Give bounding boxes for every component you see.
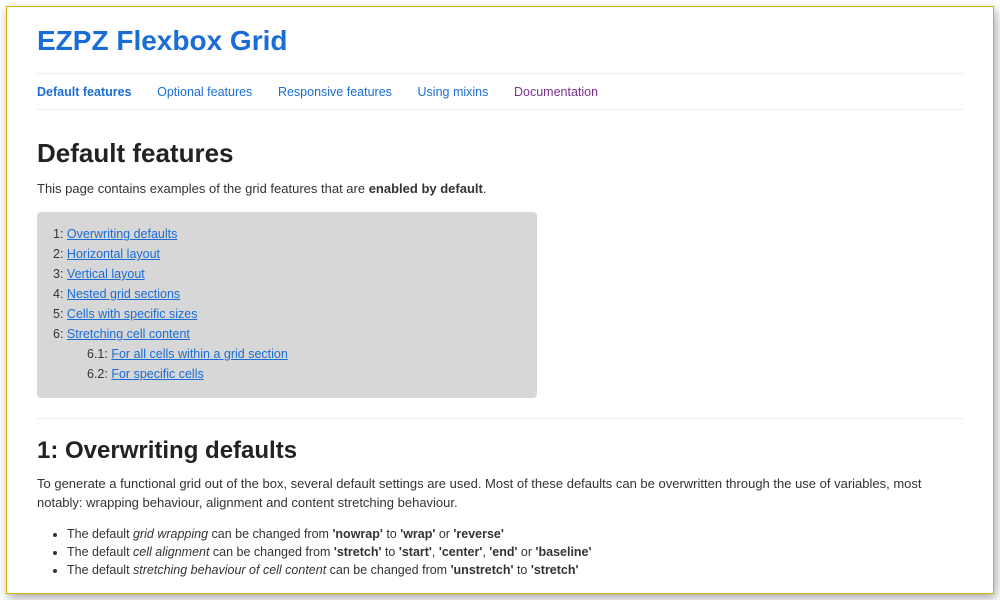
- toc-item: 3: Vertical layout: [53, 264, 521, 284]
- toc-item: 1: Overwriting defaults: [53, 224, 521, 244]
- toc-link-specific-cells[interactable]: For specific cells: [111, 367, 203, 381]
- nav-default-features[interactable]: Default features: [37, 85, 131, 99]
- toc-link-nested-grid-sections[interactable]: Nested grid sections: [67, 287, 180, 301]
- divider: [37, 418, 963, 419]
- nav-documentation[interactable]: Documentation: [514, 85, 598, 99]
- toc-subitem: 6.1: For all cells within a grid section: [87, 344, 521, 364]
- list-item: The default cell alignment can be change…: [67, 543, 963, 561]
- toc-link-overwriting-defaults[interactable]: Overwriting defaults: [67, 227, 177, 241]
- table-of-contents: 1: Overwriting defaults 2: Horizontal la…: [37, 212, 537, 398]
- toc-subitem: 6.2: For specific cells: [87, 364, 521, 384]
- toc-link-horizontal-layout[interactable]: Horizontal layout: [67, 247, 160, 261]
- toc-item: 2: Horizontal layout: [53, 244, 521, 264]
- toc-item: 5: Cells with specific sizes: [53, 304, 521, 324]
- main-nav: Default features Optional features Respo…: [37, 73, 963, 110]
- toc-link-all-cells[interactable]: For all cells within a grid section: [111, 347, 287, 361]
- toc-item: 4: Nested grid sections: [53, 284, 521, 304]
- toc-link-cells-with-specific-sizes[interactable]: Cells with specific sizes: [67, 307, 198, 321]
- defaults-list: The default grid wrapping can be changed…: [67, 525, 963, 579]
- toc-link-stretching-cell-content[interactable]: Stretching cell content: [67, 327, 190, 341]
- list-item: The default grid wrapping can be changed…: [67, 525, 963, 543]
- site-title: EZPZ Flexbox Grid: [37, 25, 963, 57]
- toc-item: 6: Stretching cell content: [53, 324, 521, 344]
- section-heading-overwriting-defaults: 1: Overwriting defaults: [37, 437, 963, 465]
- page-heading: Default features: [37, 138, 963, 169]
- nav-responsive-features[interactable]: Responsive features: [278, 85, 392, 99]
- toc-link-vertical-layout[interactable]: Vertical layout: [67, 267, 145, 281]
- page-container: EZPZ Flexbox Grid Default features Optio…: [6, 6, 994, 594]
- nav-using-mixins[interactable]: Using mixins: [418, 85, 489, 99]
- section-intro: To generate a functional grid out of the…: [37, 475, 963, 513]
- intro-paragraph: This page contains examples of the grid …: [37, 181, 963, 196]
- nav-optional-features[interactable]: Optional features: [157, 85, 252, 99]
- list-item: The default stretching behaviour of cell…: [67, 561, 963, 579]
- closing-paragraph: For a full list of all the default setti…: [37, 593, 963, 594]
